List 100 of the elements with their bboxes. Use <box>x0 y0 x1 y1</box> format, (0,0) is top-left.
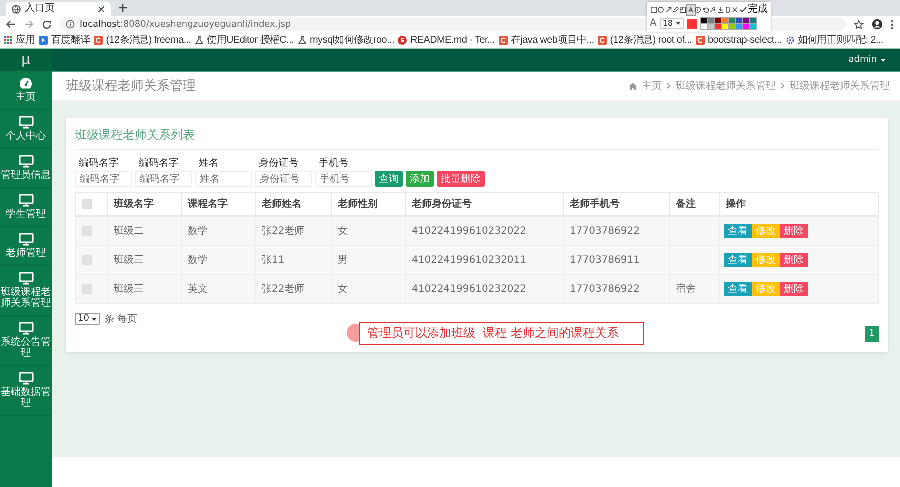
view-button[interactable]: 查看 <box>724 224 752 238</box>
color-swatch[interactable] <box>708 24 714 29</box>
bookmark[interactable]: README.md · Ter... <box>398 34 495 46</box>
bookmark[interactable]: 应用 <box>4 34 36 46</box>
color-swatch[interactable] <box>701 18 708 23</box>
column-header: 老师手机号 <box>570 199 620 210</box>
table-cell: 张22老师 <box>262 284 305 295</box>
flask-icon <box>195 36 204 45</box>
monitor-icon <box>18 155 34 168</box>
filter-input[interactable]: 编码名字 <box>75 171 132 187</box>
star-icon[interactable] <box>854 20 864 30</box>
page-size-select[interactable]: 10 <box>75 313 100 325</box>
caret-icon <box>881 58 886 62</box>
profile-icon[interactable] <box>872 19 883 30</box>
arrow-tool-icon[interactable] <box>664 4 672 14</box>
page-button[interactable]: 1 <box>865 326 879 342</box>
browser-tab[interactable]: 入口页 <box>6 2 111 16</box>
table-cell: 410224199610232011 <box>412 254 527 266</box>
select-all-checkbox[interactable] <box>82 199 92 209</box>
color-swatch[interactable] <box>722 18 728 23</box>
filter-input[interactable]: 身份证号 <box>255 171 312 187</box>
filter-label: 手机号 <box>318 156 350 170</box>
color-swatch[interactable] <box>736 24 742 29</box>
breadcrumb-link[interactable]: 主页 <box>642 79 662 93</box>
done-button[interactable]: 完成 <box>740 4 768 15</box>
annotation-text: 管理员可以添加班级 课程 老师之间的课程关系 <box>358 322 644 344</box>
row-checkbox[interactable] <box>82 284 92 294</box>
square-c-icon <box>696 36 706 45</box>
table-cell: 张22老师 <box>262 226 305 237</box>
back-arrow-icon[interactable] <box>6 20 16 29</box>
table-cell: 410224199610232022 <box>412 226 527 236</box>
color-swatch[interactable] <box>708 18 714 23</box>
breadcrumb-link[interactable]: 班级课程老师关系管理 <box>790 79 890 93</box>
column-header: 老师性别 <box>338 199 378 210</box>
filter-input[interactable]: 姓名 <box>195 171 252 187</box>
per-page-label: 条 每页 <box>104 313 138 326</box>
add-button[interactable]: 添加 <box>406 171 434 187</box>
color-swatch[interactable] <box>715 24 722 29</box>
more-menu-icon[interactable] <box>891 20 894 30</box>
view-button[interactable]: 查看 <box>724 282 752 296</box>
delete-button[interactable]: 删除 <box>780 224 808 238</box>
rect-tool-icon[interactable] <box>650 4 658 14</box>
globe-icon <box>12 4 21 14</box>
info-icon <box>66 20 75 29</box>
circle-tool-icon[interactable] <box>657 4 665 14</box>
color-swatch[interactable] <box>701 24 708 29</box>
search-button[interactable]: 查询 <box>375 171 403 187</box>
color-swatch[interactable] <box>715 18 722 23</box>
filter-input[interactable]: 编码名字 <box>135 171 192 187</box>
pencil-tool-icon[interactable] <box>672 4 680 14</box>
download-tool-icon[interactable] <box>716 4 724 14</box>
undo-tool-icon[interactable] <box>702 4 710 14</box>
bookmark[interactable]: 使用UEditor 授權C... <box>195 34 294 46</box>
bookmark[interactable]: (12条消息) freema... <box>94 34 192 46</box>
delete-button[interactable]: 批量删除 <box>437 171 485 187</box>
color-swatch[interactable] <box>729 18 736 23</box>
color-swatch[interactable] <box>750 18 756 23</box>
row-checkbox[interactable] <box>82 226 92 236</box>
text-tool-icon[interactable] <box>687 4 695 14</box>
new-tab-icon[interactable] <box>119 4 127 12</box>
color-swatch[interactable] <box>729 24 736 29</box>
table-cell: 班级三 <box>114 284 144 295</box>
table-cell: 女 <box>338 226 348 237</box>
current-color-swatch[interactable] <box>687 18 698 28</box>
square-c-icon <box>94 36 104 45</box>
monitor-icon <box>18 372 34 385</box>
delete-button[interactable]: 删除 <box>780 282 808 296</box>
color-swatch[interactable] <box>743 24 750 29</box>
bookmark[interactable]: bootstrap-select... <box>696 34 782 46</box>
color-swatch[interactable] <box>750 24 756 29</box>
apps-grid-icon <box>4 36 13 45</box>
chevron-icon <box>781 83 785 89</box>
logo: μ <box>0 49 52 71</box>
bookmark[interactable]: mysql如何修改roo... <box>298 34 394 46</box>
monitor-icon <box>18 272 34 285</box>
view-button[interactable]: 查看 <box>724 253 752 267</box>
close-icon[interactable] <box>98 6 105 12</box>
card-title: 班级课程老师关系列表 <box>75 124 879 150</box>
row-checkbox[interactable] <box>82 255 92 265</box>
color-swatch[interactable] <box>722 24 728 29</box>
filter-label: 编码名字 <box>138 156 180 170</box>
color-swatch[interactable] <box>736 18 742 23</box>
breadcrumb-link[interactable]: 班级课程老师关系管理 <box>676 79 776 93</box>
color-swatch[interactable] <box>743 18 750 23</box>
reload-icon[interactable] <box>42 20 52 30</box>
table-cell: 班级三 <box>114 255 144 266</box>
user-menu[interactable]: admin <box>848 55 886 65</box>
bookmark[interactable]: 如何用正则匹配: 2... <box>786 34 884 46</box>
bookmark[interactable]: (12条消息) root of... <box>598 34 692 46</box>
delete-button[interactable]: 删除 <box>780 253 808 267</box>
table-cell: 数学 <box>188 255 208 266</box>
bookmark[interactable]: 在java web项目中... <box>498 34 594 46</box>
column-header: 班级名字 <box>114 199 154 210</box>
bookmark[interactable]: 百度翻译 <box>39 34 90 46</box>
close-tool-icon[interactable] <box>732 4 740 14</box>
font-size-select[interactable]: 18 <box>660 18 684 29</box>
filter-input[interactable]: 手机号 <box>315 171 372 187</box>
dashboard-icon <box>19 77 33 90</box>
flask-icon <box>298 36 308 45</box>
caret-icon <box>92 318 98 320</box>
